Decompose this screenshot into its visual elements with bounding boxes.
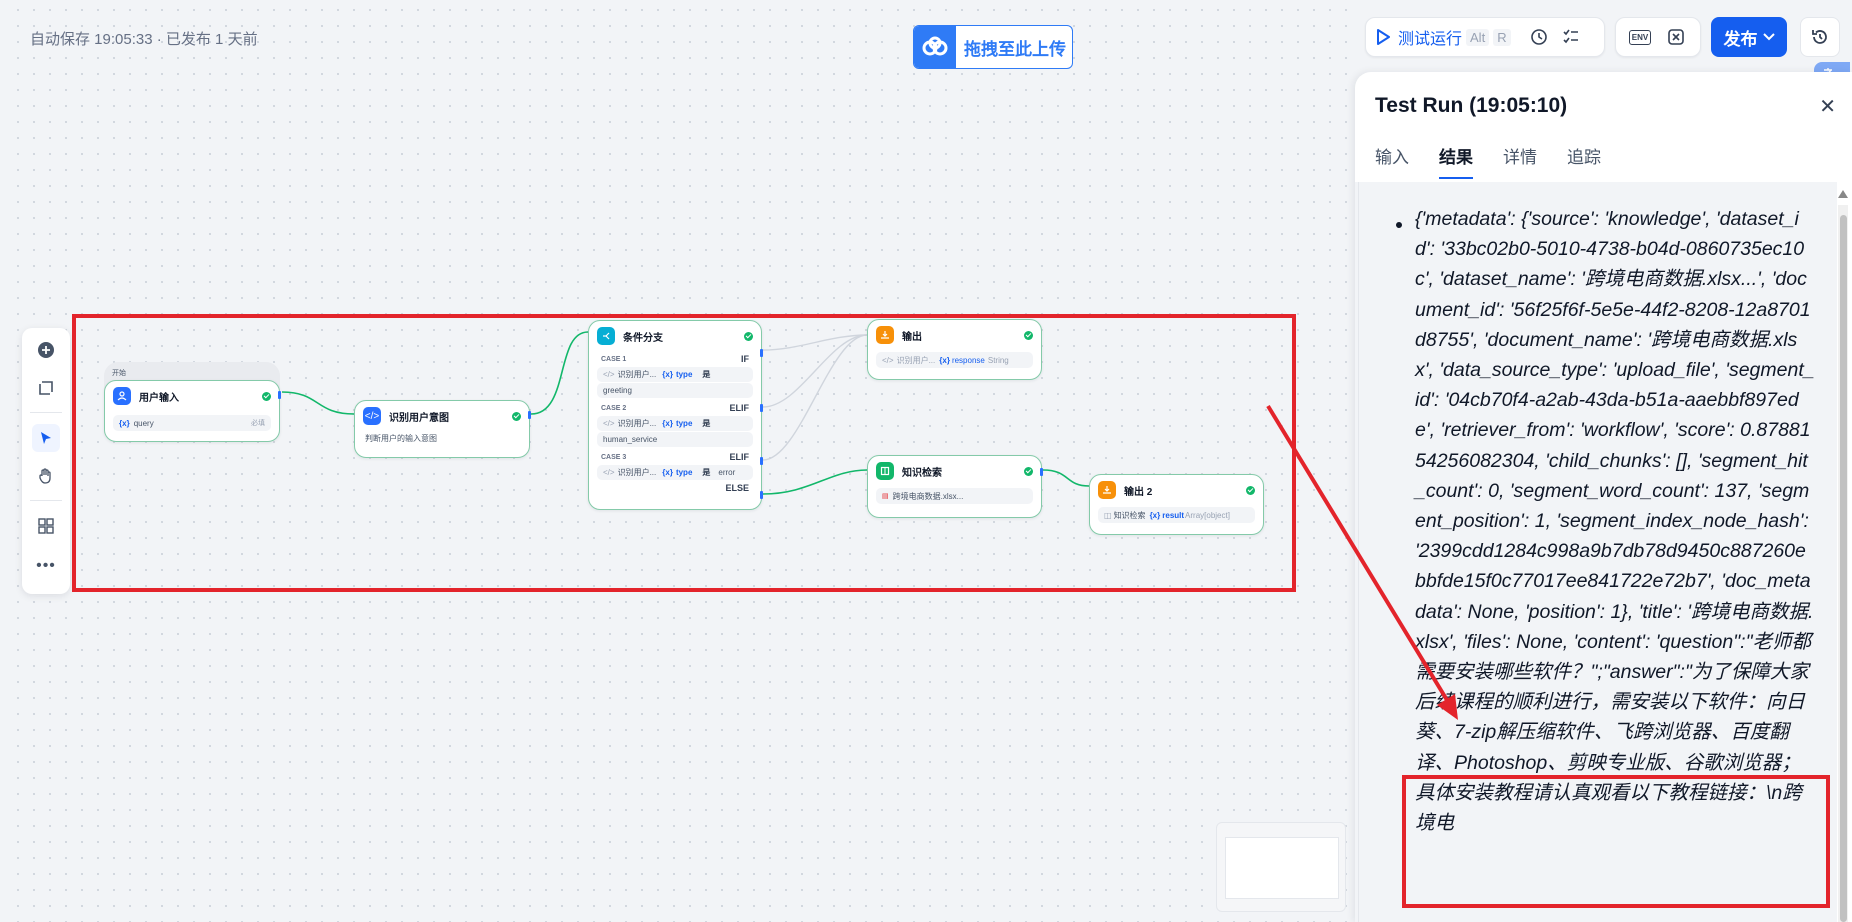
annotation-arrow (1266, 404, 1458, 720)
